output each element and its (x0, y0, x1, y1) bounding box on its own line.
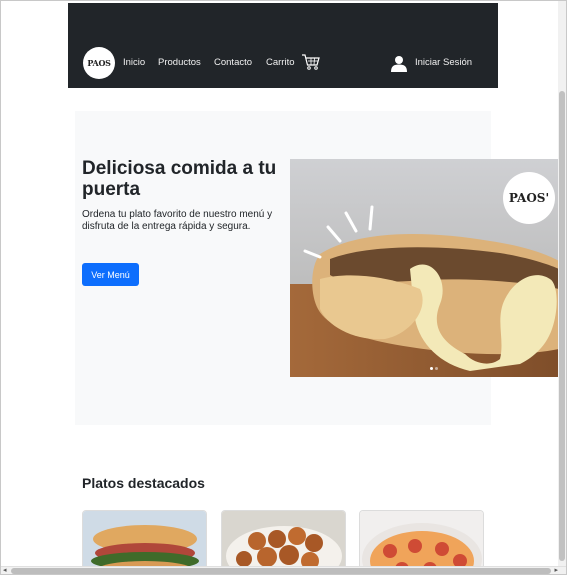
scroll-left-icon[interactable]: ◂ (3, 567, 7, 574)
hero-description: Ordena tu plato favorito de nuestro menú… (82, 209, 273, 232)
navbar: PAOS Inicio Productos Contacto Carrito I… (68, 3, 498, 88)
carousel-logo: PAOS' (503, 172, 555, 224)
hero-title: Deliciosa comida a tu puerta (82, 158, 277, 200)
brand-logo[interactable]: PAOS (83, 47, 115, 79)
user-icon[interactable] (391, 55, 407, 72)
horizontal-scroll-thumb[interactable] (11, 568, 551, 574)
view-menu-button[interactable]: Ver Menú (82, 263, 139, 286)
nav-link-contacto[interactable]: Contacto (214, 57, 252, 68)
brand-logo-text: PAOS (87, 58, 111, 68)
login-link[interactable]: Iniciar Sesión (415, 57, 472, 68)
cart-icon[interactable] (301, 53, 321, 71)
nav-link-productos[interactable]: Productos (158, 57, 201, 68)
scroll-right-icon[interactable]: ▸ (554, 567, 558, 574)
nav-link-inicio[interactable]: Inicio (123, 57, 145, 68)
carousel-indicator-1[interactable] (430, 367, 433, 370)
carousel-indicator-2[interactable] (435, 367, 438, 370)
hero-carousel[interactable]: PAOS' (290, 159, 559, 377)
featured-title: Platos destacados (82, 475, 205, 491)
browser-viewport: PAOS Inicio Productos Contacto Carrito I… (0, 0, 567, 575)
carousel-logo-text: PAOS' (508, 191, 550, 205)
nav-link-carrito[interactable]: Carrito (266, 57, 295, 68)
horizontal-scrollbar[interactable]: ◂ ▸ (1, 566, 566, 574)
vertical-scrollbar[interactable] (558, 1, 566, 574)
vertical-scroll-thumb[interactable] (559, 91, 565, 561)
